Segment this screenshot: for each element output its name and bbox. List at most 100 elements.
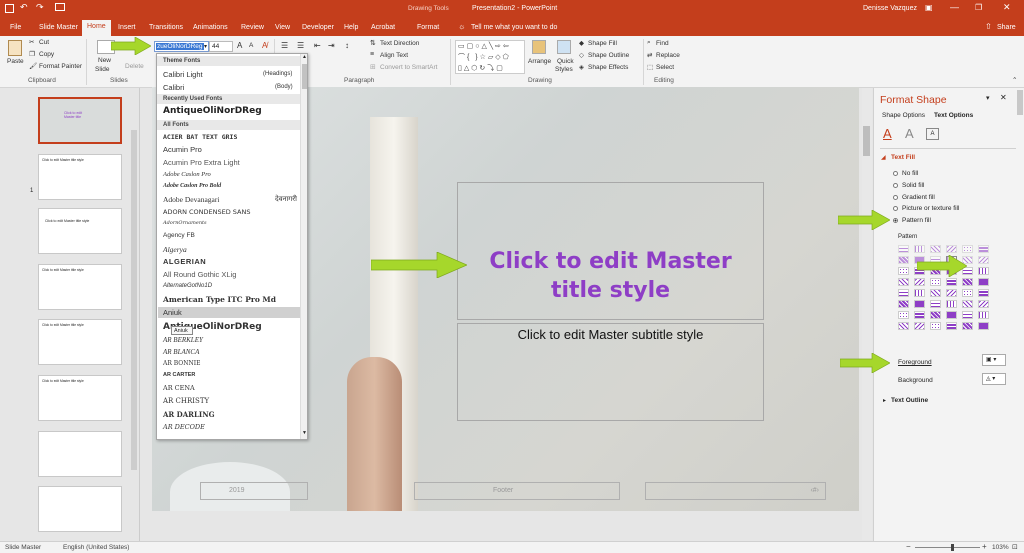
new-slide-button[interactable]: New	[98, 57, 111, 64]
slide-subtitle[interactable]: Click to edit Master subtitle style	[457, 327, 764, 342]
pattern-swatch[interactable]	[946, 278, 957, 286]
pattern-swatch[interactable]	[930, 278, 941, 286]
pattern-swatch[interactable]	[978, 267, 989, 275]
font-item[interactable]: Acumin Pro Extra Light	[163, 158, 240, 167]
textbox-icon[interactable]: A	[926, 128, 939, 140]
share-button[interactable]: Share	[992, 21, 1021, 36]
font-item[interactable]: AR CENA	[163, 384, 195, 392]
font-name-value[interactable]: zueOliNorDReg	[156, 43, 204, 50]
tab-file[interactable]: File	[5, 21, 26, 36]
tab-animations[interactable]: Animations	[188, 21, 233, 36]
pattern-swatch[interactable]	[962, 300, 973, 308]
tab-shape-options[interactable]: Shape Options	[882, 112, 925, 119]
select-icon[interactable]: ⬚	[647, 63, 653, 71]
arrange-button[interactable]: Arrange	[528, 58, 551, 65]
pattern-swatch[interactable]	[914, 245, 925, 253]
font-item[interactable]: ADORN CONDENSED SANS	[163, 208, 251, 216]
pattern-swatch[interactable]	[962, 245, 973, 253]
date-placeholder[interactable]: 2019	[200, 482, 308, 500]
pattern-swatch[interactable]	[978, 311, 989, 319]
user-name[interactable]: Denisse Vazquez	[863, 5, 917, 12]
zoom-level[interactable]: 103%	[992, 544, 1009, 551]
pattern-swatch[interactable]	[930, 245, 941, 253]
decrease-indent-icon[interactable]: ⇤	[314, 41, 321, 50]
pattern-swatch[interactable]	[898, 311, 909, 319]
option-pattern-fill[interactable]: Pattern fill	[902, 217, 931, 224]
font-item[interactable]: AlternateGotNo1D	[163, 283, 212, 289]
tab-acrobat[interactable]: Acrobat	[366, 21, 400, 36]
zoom-thumb[interactable]	[951, 544, 954, 551]
pattern-swatch[interactable]	[978, 289, 989, 297]
format-painter-button[interactable]: Format Painter	[39, 63, 82, 70]
pattern-swatch[interactable]	[930, 289, 941, 297]
pattern-swatch[interactable]	[962, 322, 973, 330]
ribbon-display-icon[interactable]: ▣	[925, 3, 933, 12]
start-slideshow-icon[interactable]	[55, 3, 65, 11]
quick-styles-button[interactable]: Quick	[557, 58, 574, 65]
scroll-up-icon[interactable]: ▲	[302, 54, 307, 60]
clear-format-icon[interactable]: A̸	[262, 41, 267, 50]
font-item[interactable]: AR BERKLEY	[163, 336, 203, 344]
pattern-swatch[interactable]	[946, 245, 957, 253]
redo-icon[interactable]: ↷	[36, 2, 44, 13]
pattern-swatch[interactable]	[978, 300, 989, 308]
tab-format[interactable]: Format	[412, 21, 444, 36]
tab-text-options[interactable]: Text Options	[934, 112, 973, 119]
close-icon[interactable]: ✕	[1003, 2, 1011, 13]
convert-smartart-button[interactable]: Convert to SmartArt	[380, 64, 437, 71]
font-item[interactable]: AR BONNIE	[163, 360, 200, 367]
pattern-swatch[interactable]	[898, 245, 909, 253]
paste-icon[interactable]	[8, 40, 22, 56]
background-color-button[interactable]: ◬ ▾	[982, 373, 1006, 385]
copy-icon[interactable]: ❐	[29, 50, 35, 58]
text-outline-section[interactable]: Text Outline	[891, 397, 928, 404]
grow-font-icon[interactable]: A	[237, 41, 242, 50]
thumbnail-scrollbar[interactable]	[131, 130, 137, 470]
arrange-icon[interactable]	[532, 40, 546, 54]
font-item[interactable]: AR CARTER	[163, 372, 195, 378]
scrollbar-thumb[interactable]	[863, 126, 870, 156]
cut-icon[interactable]: ✂	[29, 38, 34, 46]
slide-thumbnail-layout[interactable]: Click to edit Master title style	[38, 264, 122, 310]
pattern-swatch[interactable]	[962, 289, 973, 297]
restore-icon[interactable]: ❐	[975, 3, 982, 12]
option-gradient-fill[interactable]: Gradient fill	[902, 194, 935, 201]
tab-developer[interactable]: Developer	[297, 21, 339, 36]
align-text-button[interactable]: Align Text	[380, 52, 408, 59]
font-dropdown-list[interactable]: Theme Fonts Calibri Light (Headings) Cal…	[156, 53, 308, 440]
pattern-swatch[interactable]	[914, 322, 925, 330]
language[interactable]: English (United States)	[63, 544, 129, 551]
foreground-color-button[interactable]: ▣ ▾	[982, 354, 1006, 366]
cut-button[interactable]: Cut	[39, 39, 49, 46]
pane-options-icon[interactable]: ▾	[986, 94, 990, 102]
font-item[interactable]: All Round Gothic XLig	[163, 270, 236, 279]
text-direction-icon[interactable]: ⇅	[370, 39, 376, 47]
minimize-icon[interactable]: —	[950, 2, 959, 12]
radio-no-fill[interactable]	[893, 171, 898, 176]
numbering-icon[interactable]: ☰	[297, 41, 304, 50]
option-picture-fill[interactable]: Picture or texture fill	[902, 205, 959, 212]
font-item[interactable]: ALGERIAN	[163, 257, 206, 266]
slide-vertical-scrollbar[interactable]	[862, 88, 872, 540]
bullets-icon[interactable]: ☰	[281, 41, 288, 50]
text-fill-section[interactable]: Text Fill	[891, 154, 915, 161]
radio-gradient-fill[interactable]	[893, 195, 898, 200]
find-button[interactable]: Find	[656, 40, 669, 47]
tab-slide-master[interactable]: Slide Master	[34, 21, 83, 36]
radio-picture-fill[interactable]	[893, 206, 898, 211]
search-icon[interactable]: ⌕	[647, 39, 651, 47]
shrink-font-icon[interactable]: A	[249, 42, 253, 49]
pattern-swatch[interactable]	[898, 267, 909, 275]
pattern-swatch[interactable]	[930, 300, 941, 308]
slide-thumbnail-layout[interactable]: Click to edit Master title style	[38, 319, 122, 365]
tab-review[interactable]: Review	[236, 21, 269, 36]
expand-icon[interactable]: ▸	[883, 397, 886, 404]
zoom-slider[interactable]	[915, 547, 980, 548]
font-size-value[interactable]: 44	[212, 43, 219, 50]
pattern-swatch[interactable]	[962, 311, 973, 319]
shape-outline-icon[interactable]: ◇	[579, 51, 584, 59]
copy-button[interactable]: Copy	[39, 51, 54, 58]
font-item[interactable]: AdornOrnaments	[163, 220, 207, 226]
smartart-icon[interactable]: ⊞	[370, 63, 376, 71]
font-item[interactable]: Agency FB	[163, 232, 195, 239]
